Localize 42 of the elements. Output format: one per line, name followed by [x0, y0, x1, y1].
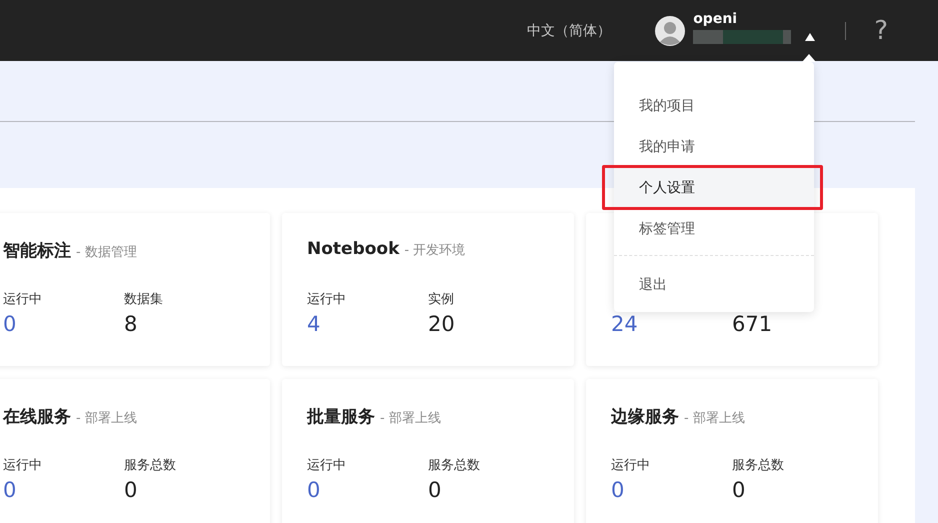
- card-title: 智能标注: [3, 240, 71, 262]
- card-title: 边缘服务: [611, 406, 679, 428]
- card-title: 批量服务: [307, 406, 375, 428]
- stat-label: 运行中: [3, 457, 43, 474]
- stat-label: 实例: [428, 291, 455, 308]
- card-subtitle: - 数据管理: [76, 244, 137, 261]
- menu-item[interactable]: 个人设置: [614, 167, 814, 208]
- menu-item[interactable]: 退出: [614, 264, 814, 305]
- card-subtitle: - 部署上线: [380, 410, 441, 427]
- stat-label: 运行中: [3, 291, 43, 308]
- menu-item[interactable]: 我的申请: [614, 126, 814, 167]
- stat-value: 0: [307, 478, 322, 502]
- stat-value: 0: [732, 478, 746, 502]
- stat-label: 服务总数: [732, 457, 785, 474]
- stat-value: 8: [124, 312, 138, 336]
- help-icon[interactable]: ?: [874, 16, 888, 46]
- card-subtitle: - 部署上线: [76, 410, 137, 427]
- language-selector[interactable]: 中文（简体）: [527, 22, 612, 40]
- stat-value: 0: [428, 478, 442, 502]
- stat-value: 671: [732, 312, 774, 336]
- user-name[interactable]: openi: [693, 11, 792, 27]
- card-title: Notebook: [307, 239, 400, 259]
- stat-label: 运行中: [307, 291, 347, 308]
- stat-value: 0: [124, 478, 138, 502]
- stat-label: 服务总数: [428, 457, 481, 474]
- card-subtitle: - 开发环境: [404, 242, 466, 259]
- card-subtitle: - 部署上线: [684, 410, 745, 427]
- stat-value: 20: [428, 312, 456, 336]
- menu-item[interactable]: 我的项目: [614, 85, 814, 126]
- stat-value: 4: [307, 312, 322, 336]
- menu-item[interactable]: 标签管理: [614, 208, 814, 249]
- stat-value: 24: [611, 312, 639, 336]
- stat-value: 0: [611, 478, 626, 502]
- stat-label: 运行中: [611, 457, 651, 474]
- stat-value: 0: [3, 312, 18, 336]
- stat-label: 服务总数: [124, 457, 177, 474]
- card-title: 在线服务: [3, 406, 71, 428]
- stat-value: 0: [3, 478, 18, 502]
- caret-icon[interactable]: [805, 32, 816, 40]
- avatar-icon[interactable]: [655, 16, 686, 46]
- stat-label: 数据集: [124, 291, 164, 308]
- stat-label: 运行中: [307, 457, 347, 474]
